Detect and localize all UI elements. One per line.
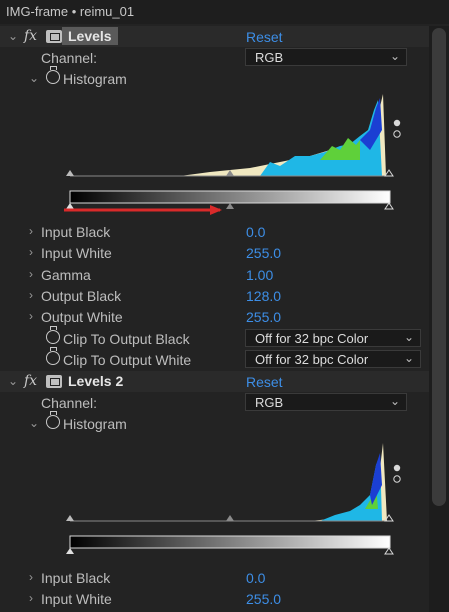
- gamma-label: Gamma: [41, 267, 91, 283]
- stopwatch-icon[interactable]: [46, 66, 60, 84]
- gamma-handle: [226, 515, 234, 521]
- input-black-label: Input Black: [41, 224, 111, 240]
- prop-row-input-black: › Input Black 0.0: [0, 221, 429, 242]
- histogram-output-white-dot: [393, 464, 401, 472]
- effect-badge-icon: [46, 375, 62, 388]
- output-gradient-bar: [69, 190, 391, 204]
- chevron-right-icon[interactable]: ›: [29, 591, 39, 605]
- channel-dropdown[interactable]: RGB ⌄: [245, 393, 407, 411]
- output-black-handle: [66, 548, 74, 554]
- panel-title-bar: IMG-frame • reimu_01: [0, 0, 449, 24]
- histogram-curve-luminance: [70, 443, 387, 521]
- histogram-output-black-dot: [393, 130, 401, 138]
- clip-white-label: Clip To Output White: [63, 352, 192, 368]
- input-white-value[interactable]: 255.0: [246, 245, 281, 261]
- fx-icon[interactable]: fx: [24, 373, 37, 389]
- chevron-down-icon[interactable]: ⌄: [29, 416, 39, 430]
- channel-row: Channel: RGB ⌄: [0, 392, 429, 413]
- channel-dropdown[interactable]: RGB ⌄: [245, 48, 407, 66]
- prop-row-output-white: › Output White 255.0: [0, 306, 429, 327]
- clip-white-dropdown[interactable]: Off for 32 bpc Color ⌄: [245, 350, 421, 368]
- stopwatch-icon[interactable]: [46, 326, 60, 344]
- input-white-label: Input White: [41, 591, 112, 607]
- input-black-value[interactable]: 0.0: [246, 224, 265, 240]
- effect-header-levels-2[interactable]: ⌄ fx Levels 2 Reset: [0, 371, 429, 392]
- panel-title: IMG-frame • reimu_01: [6, 4, 135, 19]
- chevron-down-icon: ⌄: [389, 49, 400, 63]
- input-black-handle: [66, 170, 74, 176]
- chevron-down-icon: ⌄: [389, 394, 400, 408]
- prop-row-input-white: › Input White 255.0: [0, 242, 429, 263]
- prop-row-clip-white: Clip To Output White Off for 32 bpc Colo…: [0, 347, 429, 370]
- stopwatch-icon[interactable]: [46, 347, 60, 365]
- channel-label: Channel:: [41, 50, 98, 66]
- prop-row-input-black: › Input Black 0.0: [0, 567, 429, 588]
- output-gradient-bar: [69, 535, 391, 549]
- histogram-label: Histogram: [63, 416, 127, 432]
- histogram-row: ⌄ Histogram: [0, 66, 429, 89]
- clip-white-value: Off for 32 bpc Color: [255, 352, 369, 367]
- histogram-label: Histogram: [63, 71, 127, 87]
- histogram-output-white-dot: [393, 119, 401, 127]
- prop-row-clip-black: Clip To Output Black Off for 32 bpc Colo…: [0, 326, 429, 349]
- prop-row-gamma: › Gamma 1.00: [0, 264, 429, 285]
- input-black-value[interactable]: 0.0: [246, 570, 265, 586]
- chevron-right-icon[interactable]: ›: [29, 309, 39, 323]
- input-black-label: Input Black: [41, 570, 111, 586]
- output-white-handle: [384, 547, 394, 555]
- chevron-down-icon[interactable]: ⌄: [29, 71, 39, 85]
- effect-badge-icon: [46, 30, 62, 43]
- output-black-label: Output Black: [41, 288, 122, 304]
- scrollbar-thumb[interactable]: [432, 28, 446, 506]
- prop-row-output-black: › Output Black 128.0: [0, 285, 429, 306]
- effect-header-levels[interactable]: ⌄ fx Levels Reset: [0, 26, 429, 47]
- clip-black-value: Off for 32 bpc Color: [255, 331, 369, 346]
- annotation-arrow-head: [210, 205, 222, 215]
- chevron-right-icon[interactable]: ›: [29, 267, 39, 281]
- output-mid-handle: [226, 203, 234, 209]
- output-white-value[interactable]: 255.0: [246, 309, 281, 325]
- chevron-down-icon: ⌄: [403, 330, 414, 344]
- fx-icon[interactable]: fx: [24, 28, 37, 44]
- effect-name[interactable]: Levels 2: [62, 372, 129, 390]
- chevron-down-icon: ⌄: [403, 351, 414, 365]
- histogram-graph[interactable]: [60, 435, 410, 565]
- chevron-right-icon[interactable]: ›: [29, 570, 39, 584]
- channel-label: Channel:: [41, 395, 98, 411]
- reset-link[interactable]: Reset: [246, 29, 283, 45]
- chevron-down-icon[interactable]: ⌄: [8, 374, 18, 388]
- output-white-label: Output White: [41, 309, 123, 325]
- output-black-value[interactable]: 128.0: [246, 288, 281, 304]
- input-black-handle: [66, 515, 74, 521]
- reset-link[interactable]: Reset: [246, 374, 283, 390]
- histogram-output-black-dot: [393, 475, 401, 483]
- clip-black-label: Clip To Output Black: [63, 331, 190, 347]
- histogram-row: ⌄ Histogram: [0, 411, 429, 434]
- clip-black-dropdown[interactable]: Off for 32 bpc Color ⌄: [245, 329, 421, 347]
- gamma-value[interactable]: 1.00: [246, 267, 273, 283]
- input-white-handle: [384, 169, 394, 177]
- input-white-value[interactable]: 255.0: [246, 591, 281, 607]
- channel-row: Channel: RGB ⌄: [0, 47, 429, 68]
- input-white-label: Input White: [41, 245, 112, 261]
- channel-value: RGB: [255, 395, 284, 410]
- effect-name[interactable]: Levels: [62, 27, 118, 45]
- chevron-down-icon[interactable]: ⌄: [8, 29, 18, 43]
- chevron-right-icon[interactable]: ›: [29, 224, 39, 238]
- stopwatch-icon[interactable]: [46, 411, 60, 429]
- channel-value: RGB: [255, 50, 284, 65]
- output-black-handle: [66, 203, 74, 209]
- chevron-right-icon[interactable]: ›: [29, 245, 39, 259]
- prop-row-input-white: › Input White 255.0: [0, 588, 429, 609]
- output-white-handle: [384, 202, 394, 210]
- chevron-right-icon[interactable]: ›: [29, 288, 39, 302]
- histogram-graph[interactable]: [60, 90, 410, 220]
